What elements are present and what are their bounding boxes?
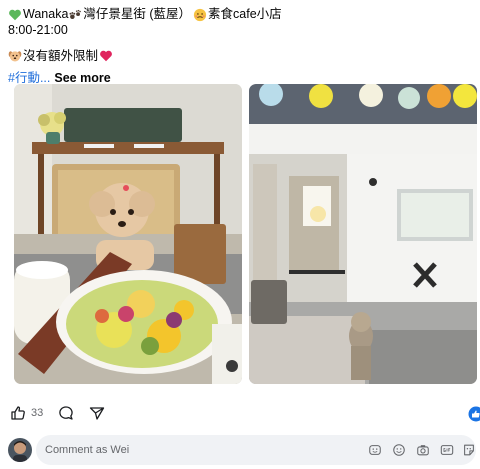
share-arrow-icon [89, 407, 105, 420]
opening-hours: 8:00-21:00 [8, 23, 472, 38]
post-title-part-b: 灣仔景星街 (藍屋） [83, 7, 192, 21]
paw-prints-icon [69, 9, 82, 19]
post-actions: 33 [0, 402, 480, 428]
like-reaction-badge-icon [468, 406, 480, 422]
red-heart-icon [100, 50, 112, 62]
opening-hours-text: 8:00-21:00 [8, 23, 68, 37]
face-icon [193, 8, 207, 21]
smile-icon[interactable] [392, 443, 406, 457]
avatar[interactable] [8, 438, 32, 462]
comment-bubble-icon [59, 406, 73, 420]
post-title-part-a: Wanaka [23, 7, 69, 21]
comment-placeholder: Comment as Wei [45, 444, 130, 456]
restriction-text: 沒有額外限制 [23, 48, 99, 63]
like-reaction-badge[interactable] [468, 406, 480, 422]
post-text: Wanaka 灣仔景星街 (藍屋） 素食cafe小店 8:00-21:00 沒有… [8, 6, 472, 86]
gif-icon[interactable] [440, 443, 454, 457]
share-button[interactable] [89, 405, 105, 421]
camera-icon[interactable] [416, 443, 430, 457]
cafe-storefront-photo[interactable] [249, 84, 477, 384]
post-title-line: Wanaka 灣仔景星街 (藍屋） 素食cafe小店 [8, 6, 472, 23]
thumbs-up-icon [11, 406, 25, 420]
comment-input[interactable]: Comment as Wei [36, 435, 476, 465]
like-button[interactable]: 33 [10, 405, 43, 421]
sticker-icon[interactable] [462, 443, 476, 457]
comment-button[interactable] [58, 405, 74, 421]
emoji-icon[interactable] [368, 443, 382, 457]
like-count: 33 [31, 407, 44, 419]
post-title-part-c: 素食cafe小店 [208, 7, 282, 21]
restriction-line: 沒有額外限制 [8, 46, 472, 66]
dog-face-icon [8, 51, 22, 62]
green-heart-icon [9, 9, 21, 20]
dog-cafe-table-photo[interactable] [14, 84, 242, 384]
comment-composer: Comment as Wei [0, 433, 480, 465]
